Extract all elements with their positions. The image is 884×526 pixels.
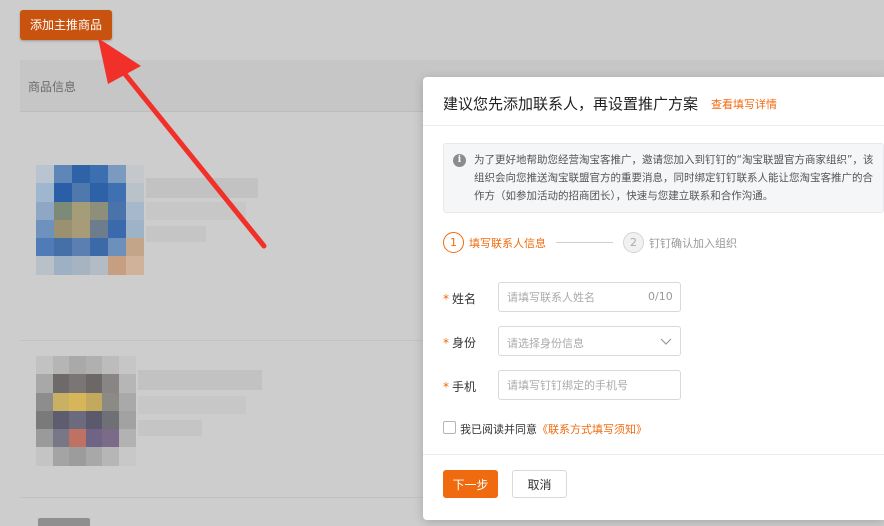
status-tag [38, 518, 90, 526]
divider [423, 125, 884, 126]
product-price-blur [146, 226, 206, 242]
product-title-blur [146, 202, 246, 220]
next-step-button[interactable]: 下一步 [443, 470, 498, 498]
agreement-checkbox[interactable] [443, 421, 456, 434]
agreement-row: 我已阅读并同意《联系方式填写须知》 [443, 420, 743, 436]
cancel-button[interactable]: 取消 [512, 470, 567, 498]
product-title-blur [138, 370, 262, 390]
phone-input[interactable] [498, 370, 681, 400]
product-thumbnail [36, 165, 144, 275]
name-label: * 姓名 [443, 292, 477, 306]
product-price-blur [138, 420, 202, 436]
dialog-title: 建议您先添加联系人，再设置推广方案 [443, 95, 699, 113]
agreement-text: 我已阅读并同意《联系方式填写须知》 [460, 423, 647, 436]
step-2-label: 钉钉确认加入组织 [649, 237, 737, 250]
add-contact-dialog: 建议您先添加联系人，再设置推广方案 查看填写详情 i 为了更好地帮助您经营淘宝客… [423, 77, 884, 520]
product-info-header: 商品信息 [28, 80, 77, 94]
step-2-number: 2 [623, 232, 644, 253]
notice-text: 为了更好地帮助您经营淘宝客推广，邀请您加入到钉钉的“淘宝联盟官方商家组织”，该组… [474, 154, 874, 202]
phone-row: * 手机 [443, 370, 703, 400]
phone-label: * 手机 [443, 380, 477, 394]
name-row: *姓名 0/10 [443, 282, 703, 312]
info-icon: i [453, 154, 466, 167]
view-details-link[interactable]: 查看填写详情 [711, 96, 777, 112]
divider [423, 454, 884, 455]
step-connector [556, 242, 613, 243]
product-title-blur [146, 178, 258, 198]
step-1-label: 填写联系人信息 [469, 237, 546, 250]
identity-label: * 身份 [443, 336, 477, 350]
product-thumbnail [36, 356, 136, 466]
name-char-counter: 0/10 [648, 290, 673, 303]
add-featured-product-button[interactable]: 添加主推商品 [20, 10, 112, 40]
step-indicator: 1 填写联系人信息 2 钉钉确认加入组织 [443, 232, 863, 254]
identity-row: * 身份 请选择身份信息 [443, 326, 703, 356]
contact-terms-link[interactable]: 《联系方式填写须知》 [537, 423, 647, 436]
step-1-number: 1 [443, 232, 464, 253]
identity-select-placeholder: 请选择身份信息 [507, 337, 584, 350]
product-title-blur [138, 396, 246, 414]
notice-box: i 为了更好地帮助您经营淘宝客推广，邀请您加入到钉钉的“淘宝联盟官方商家组织”，… [443, 143, 884, 213]
chevron-down-icon [660, 338, 672, 345]
identity-select[interactable]: 请选择身份信息 [498, 326, 681, 356]
